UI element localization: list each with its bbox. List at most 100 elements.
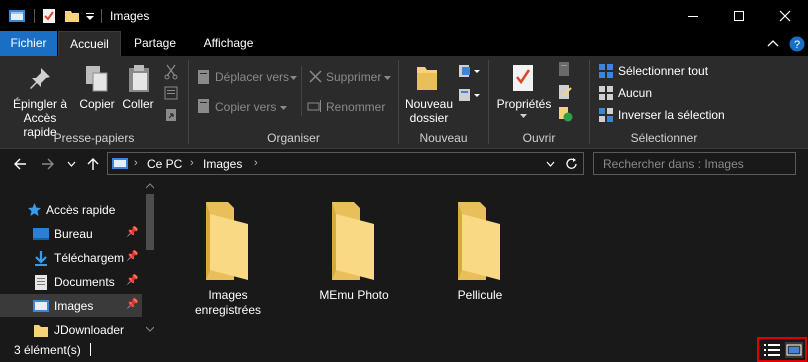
tab-home[interactable]: Accueil [58,31,121,56]
new-folder-quick-icon[interactable] [64,8,80,24]
desktop-icon [33,228,49,240]
sidebar-item-label: Images [54,299,94,313]
breadcrumb-separator-icon[interactable]: › [190,157,194,169]
recent-locations-icon[interactable] [67,161,76,167]
cut-icon[interactable] [164,64,178,80]
paste-label: Coller [122,97,154,111]
navigation-pane: Accès rapide Bureau 📌 Téléchargements 📌 … [0,180,157,337]
open-icon[interactable] [557,61,573,77]
download-icon [35,251,47,266]
edit-icon[interactable] [557,84,573,100]
copy-label: Copier [79,97,115,111]
forward-icon[interactable] [41,157,55,171]
scroll-up-icon[interactable] [146,183,154,189]
select-all-label: Sélectionner tout [618,64,709,78]
move-to-icon [198,70,209,84]
delete-label: Supprimer [326,70,382,84]
paste-icon [129,65,149,92]
sidebar-item-label: Accès rapide [46,203,116,217]
copy-to-label: Copier vers [215,100,277,114]
tab-file[interactable]: Fichier [0,31,57,56]
view-toggle-group [757,337,807,362]
folder-label: Images enregistrées [194,288,262,317]
address-bar[interactable]: › Ce PC › Images › [107,152,584,175]
new-folder-label: Nouveau dossier [404,97,454,125]
tab-share[interactable]: Partage [126,31,184,56]
svg-text:?: ? [794,39,800,51]
paste-shortcut-icon[interactable] [164,108,178,122]
folder-icon [458,202,500,280]
close-icon [779,10,791,21]
sidebar-scrollbar[interactable] [143,180,157,337]
close-button[interactable] [762,0,808,31]
select-group-label: Sélectionner [630,131,698,145]
scrollbar-thumb[interactable] [146,194,154,250]
properties-dropdown-icon [520,114,527,118]
status-bar: 3 élément(s) [0,337,808,362]
folder-item-camera-roll[interactable]: Pellicule [430,200,530,303]
breadcrumb-separator-icon[interactable]: › [254,157,258,169]
select-none-icon [599,86,613,100]
scroll-down-icon[interactable] [146,326,154,332]
sidebar-item-desktop[interactable]: Bureau 📌 [0,222,142,245]
sidebar-item-quick-access[interactable]: Accès rapide [0,198,142,221]
folder-icon [34,325,48,337]
folder-icon [206,202,248,280]
item-count: 3 élément(s) [14,343,81,357]
details-view-icon[interactable] [763,343,781,357]
maximize-button[interactable] [716,0,762,31]
pictures-location-icon [112,158,128,169]
back-icon[interactable] [13,157,27,171]
minimize-button[interactable] [670,0,716,31]
properties-quick-icon[interactable] [41,8,57,24]
organize-group-label: Organiser [267,131,320,145]
pinned-icon: 📌 [126,227,139,238]
address-history-icon[interactable] [546,161,555,167]
easy-access-icon[interactable] [458,88,482,102]
copy-path-icon[interactable] [164,86,178,100]
clipboard-group-label: Presse-papiers [53,131,135,145]
help-icon[interactable]: ? [789,36,805,52]
sidebar-item-documents[interactable]: Documents 📌 [0,270,142,293]
documents-icon [35,275,47,290]
new-group-label: Nouveau [419,131,468,145]
properties-label: Propriétés [496,97,552,111]
sidebar-item-label: Bureau [54,227,93,241]
explorer-icon[interactable] [8,8,26,24]
customize-quick-access-icon[interactable] [86,13,95,21]
breadcrumb-separator-icon[interactable]: › [134,157,138,169]
status-separator [90,343,91,356]
pin-icon [30,68,50,89]
window-title: Images [110,9,150,23]
folder-icon [332,202,374,280]
sidebar-item-downloads[interactable]: Téléchargements 📌 [0,246,142,269]
folder-item-saved-pictures[interactable]: Images enregistrées [178,200,278,318]
tab-view[interactable]: Affichage [193,31,264,56]
new-item-icon[interactable] [458,64,482,78]
delete-icon [309,70,322,83]
open-group-label: Ouvrir [522,131,556,145]
history-icon[interactable] [557,106,573,122]
breadcrumb-images[interactable]: Images [203,157,242,171]
minimize-icon [688,15,698,17]
copy-to-dropdown-icon [280,106,287,110]
breadcrumb-this-pc[interactable]: Ce PC [147,157,182,171]
select-none-label: Aucun [618,86,653,100]
sidebar-item-pictures[interactable]: Images 📌 [0,294,142,317]
search-input[interactable]: Rechercher dans : Images [593,152,796,175]
move-to-label: Déplacer vers [215,70,290,84]
large-icons-view-icon[interactable] [785,342,803,358]
properties-icon [513,65,533,91]
invert-selection-icon [599,108,613,122]
copy-to-icon [198,99,209,113]
folder-item-memu-photo[interactable]: MEmu Photo [304,200,404,303]
ribbon: Épingler à Accès rapide Copier Coller Pr… [0,56,808,149]
delete-dropdown-icon [384,76,391,80]
rename-icon [307,100,321,112]
refresh-icon[interactable] [565,157,579,171]
up-icon[interactable] [86,157,100,171]
maximize-icon [734,10,744,21]
collapse-ribbon-icon[interactable] [767,39,779,48]
pinned-icon: 📌 [126,299,139,310]
select-all-icon [599,64,613,78]
